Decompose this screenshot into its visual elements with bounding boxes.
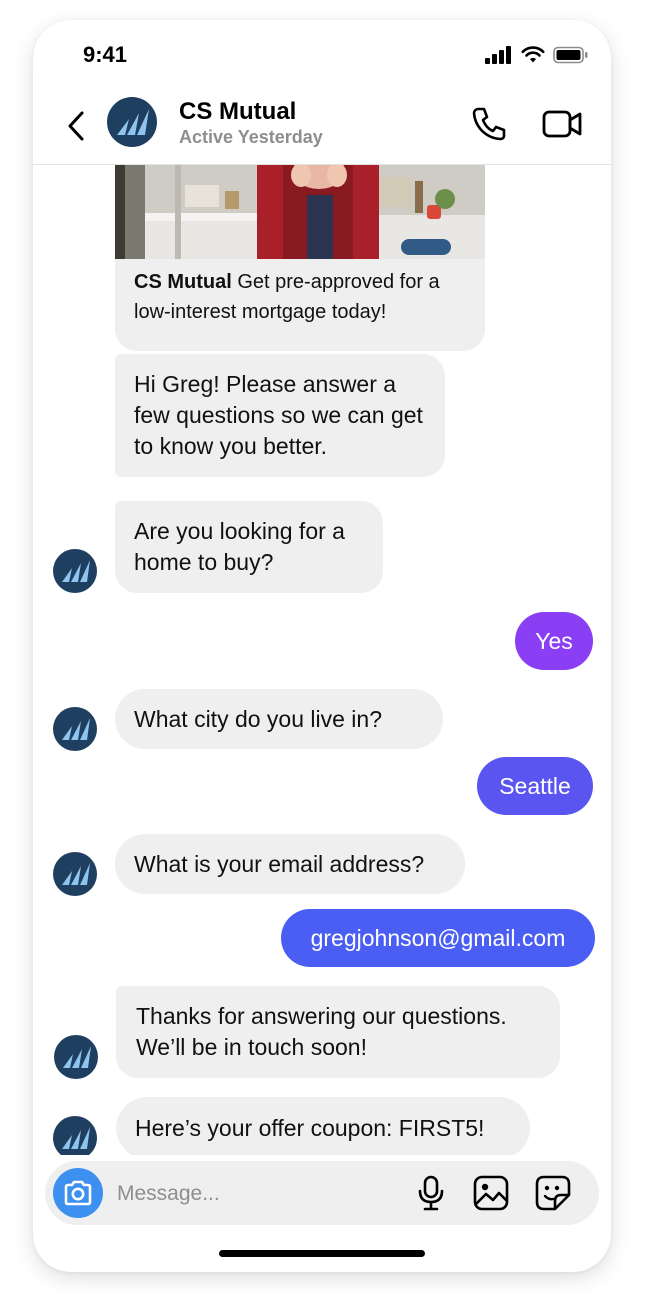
contact-status: Active Yesterday — [179, 127, 323, 147]
message-text: Seattle — [499, 773, 571, 799]
business-avatar-small[interactable] — [54, 1035, 98, 1079]
image-icon — [473, 1175, 509, 1211]
message-text: Here’s your offer coupon: FIRST5! — [135, 1115, 485, 1141]
video-call-button[interactable] — [541, 104, 585, 144]
sticker-button[interactable] — [535, 1175, 571, 1211]
message-text: gregjohnson@gmail.com — [310, 925, 566, 951]
phone-screen: 9:41 CS Mutual Active Yesterday CS Mutua… — [33, 20, 611, 1272]
gallery-button[interactable] — [473, 1175, 509, 1211]
phone-icon — [472, 107, 506, 141]
outgoing-message[interactable]: Seattle — [477, 757, 593, 815]
sticker-icon — [535, 1175, 571, 1211]
incoming-message[interactable]: Thanks for answering our questions. We’l… — [116, 986, 560, 1078]
business-avatar-small[interactable] — [53, 549, 97, 593]
incoming-message[interactable]: Hi Greg! Please answer a few questions s… — [115, 354, 445, 477]
status-time: 9:41 — [83, 42, 128, 67]
promo-photo — [115, 165, 485, 259]
incoming-message[interactable]: What city do you live in? — [115, 689, 443, 749]
message-text: Are you looking for a home to buy? — [134, 518, 345, 575]
incoming-message[interactable]: Here’s your offer coupon: FIRST5! — [116, 1097, 530, 1155]
microphone-icon — [418, 1175, 444, 1211]
back-button[interactable] — [61, 106, 91, 146]
camera-button[interactable] — [53, 1168, 103, 1218]
outgoing-message[interactable]: gregjohnson@gmail.com — [281, 909, 595, 967]
business-avatar-small[interactable] — [53, 1116, 97, 1155]
message-composer — [45, 1161, 599, 1225]
business-avatar-small[interactable] — [53, 707, 97, 751]
contact-name[interactable]: CS Mutual — [179, 98, 296, 126]
message-text: Thanks for answering our questions. We’l… — [136, 1003, 507, 1060]
message-text: What is your email address? — [134, 851, 425, 877]
business-avatar-small[interactable] — [53, 852, 97, 896]
status-icons — [485, 46, 589, 64]
message-text: Hi Greg! Please answer a few questions s… — [134, 371, 423, 459]
outgoing-message[interactable]: Yes — [515, 612, 593, 670]
voice-call-button[interactable] — [469, 104, 509, 144]
video-camera-icon — [542, 110, 582, 138]
camera-icon — [64, 1180, 92, 1206]
incoming-message[interactable]: Are you looking for a home to buy? — [115, 501, 383, 593]
business-avatar[interactable] — [107, 97, 157, 147]
conversation-header: CS Mutual Active Yesterday — [33, 92, 611, 165]
promo-caption: CS Mutual Get pre-approved for a low-int… — [134, 267, 474, 327]
wifi-icon — [521, 46, 545, 63]
battery-icon — [553, 46, 588, 64]
message-input[interactable] — [115, 1173, 389, 1215]
cellular-signal-icon — [485, 46, 511, 64]
home-indicator[interactable] — [219, 1250, 425, 1257]
microphone-button[interactable] — [413, 1175, 449, 1211]
message-thread[interactable]: CS Mutual Get pre-approved for a low-int… — [33, 165, 611, 1155]
chevron-left-icon — [68, 111, 84, 141]
incoming-message[interactable]: What is your email address? — [115, 834, 465, 894]
message-text: Yes — [535, 628, 573, 654]
message-text: What city do you live in? — [134, 706, 383, 732]
promo-sender: CS Mutual — [134, 271, 232, 293]
promo-message-card[interactable]: CS Mutual Get pre-approved for a low-int… — [115, 165, 485, 351]
